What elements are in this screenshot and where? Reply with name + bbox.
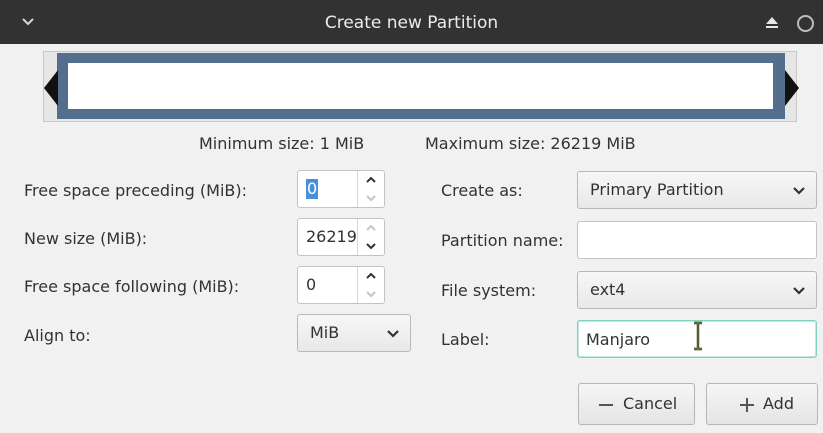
create-as-label: Create as: <box>441 181 523 200</box>
create-as-dropdown[interactable]: Primary Partition <box>577 171 817 209</box>
increment-button[interactable] <box>358 267 384 285</box>
chevron-down-icon <box>366 243 376 250</box>
increment-button[interactable] <box>358 171 384 189</box>
chevron-down-icon <box>793 187 805 195</box>
chevron-down-icon <box>366 291 376 298</box>
chevron-down-icon <box>793 287 805 295</box>
partition-name-label: Partition name: <box>441 231 564 250</box>
chevron-up-icon <box>366 272 376 279</box>
circle-icon[interactable] <box>797 15 814 32</box>
minus-icon <box>599 404 613 406</box>
increment-button[interactable] <box>358 219 384 237</box>
file-system-value: ext4 <box>590 280 626 299</box>
spinner-value[interactable]: 0 <box>306 267 316 303</box>
free-space-following-label: Free space following (MiB): <box>24 277 240 296</box>
spinner-value[interactable]: 0 <box>306 179 319 199</box>
free-space-preceding-label: Free space preceding (MiB): <box>24 181 248 200</box>
decrement-button[interactable] <box>358 237 384 255</box>
text-cursor-icon <box>694 321 702 351</box>
left-resize-handle[interactable] <box>44 70 58 106</box>
chevron-down-icon <box>387 330 399 338</box>
chevron-up-icon <box>366 176 376 183</box>
decrement-button[interactable] <box>358 285 384 303</box>
add-button-label: Add <box>763 394 794 413</box>
file-system-label: File system: <box>441 281 537 300</box>
create-as-value: Primary Partition <box>590 180 724 199</box>
label-label: Label: <box>441 330 490 349</box>
add-button[interactable]: Add <box>706 383 818 425</box>
align-to-label: Align to: <box>24 326 91 345</box>
free-space-preceding-spinner[interactable]: 0 <box>297 170 385 208</box>
cancel-button[interactable]: Cancel <box>578 383 695 425</box>
minimum-size-label: Minimum size: 1 MiB <box>199 134 365 153</box>
chevron-down-icon <box>366 195 376 202</box>
chevron-up-icon <box>366 224 376 231</box>
new-size-spinner[interactable]: 26219 <box>297 218 385 256</box>
partition-bar-inner <box>68 63 773 109</box>
right-resize-handle[interactable] <box>785 70 799 106</box>
label-value: Manjaro <box>586 330 651 349</box>
align-to-value: MiB <box>310 323 340 342</box>
free-space-following-spinner[interactable]: 0 <box>297 266 385 304</box>
spinner-value[interactable]: 26219 <box>306 219 357 255</box>
maximum-size-label: Maximum size: 26219 MiB <box>425 134 636 153</box>
title-bar: Create new Partition <box>0 0 823 44</box>
align-to-dropdown[interactable]: MiB <box>297 314 411 352</box>
new-size-label: New size (MiB): <box>24 229 148 248</box>
file-system-dropdown[interactable]: ext4 <box>577 271 817 309</box>
window-title: Create new Partition <box>324 13 499 33</box>
plus-icon <box>740 398 754 412</box>
cancel-button-label: Cancel <box>623 394 678 413</box>
partition-name-field[interactable] <box>577 221 817 259</box>
decrement-button[interactable] <box>358 189 384 207</box>
eject-icon[interactable] <box>764 14 780 30</box>
